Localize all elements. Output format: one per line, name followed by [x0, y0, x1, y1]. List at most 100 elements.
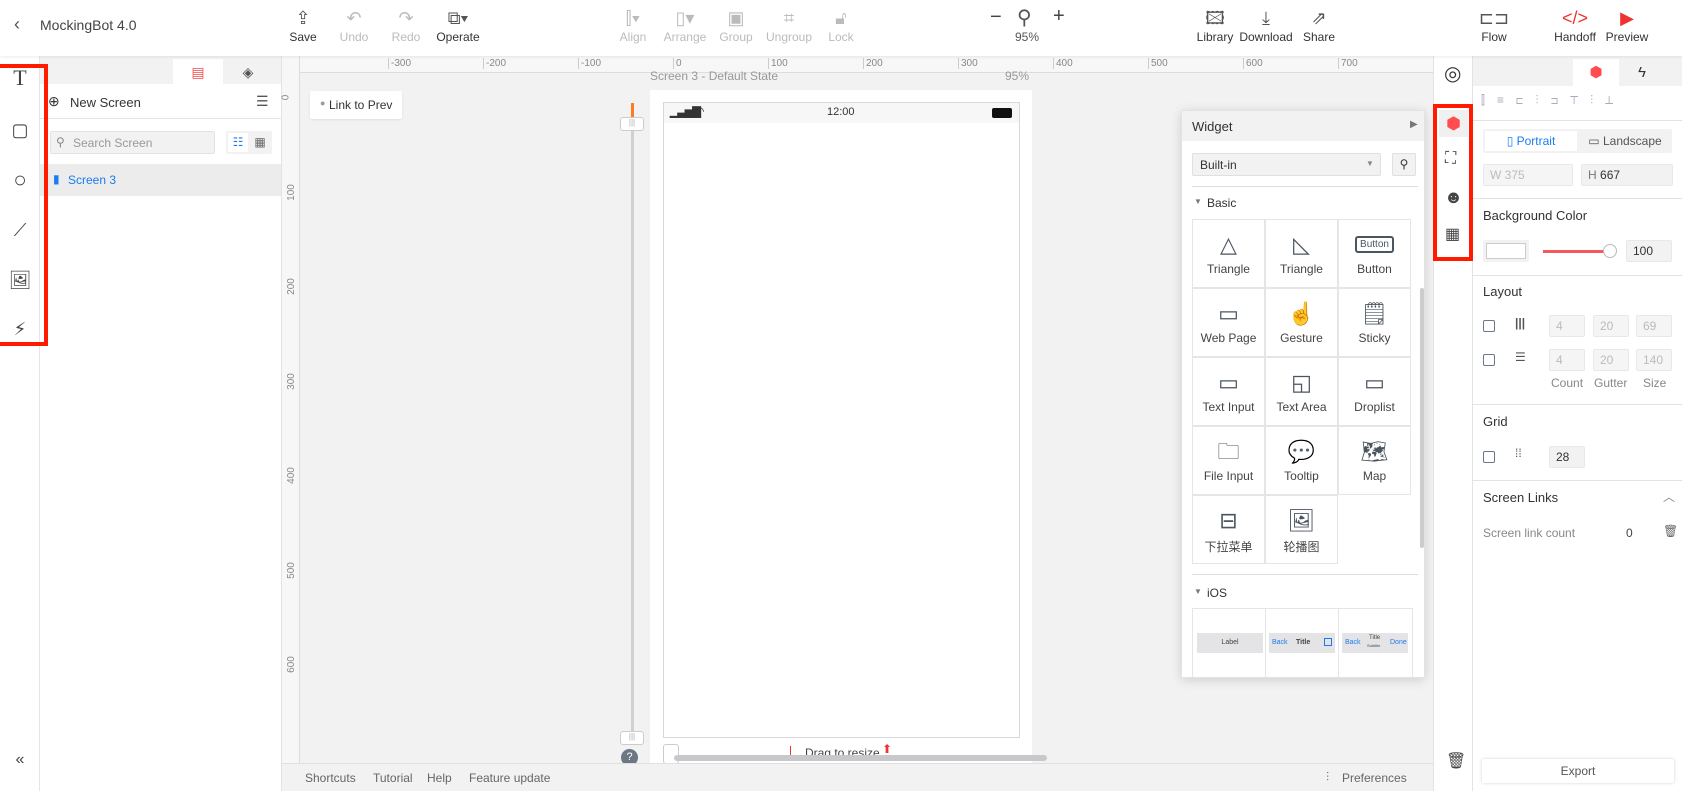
ios-label-widget[interactable]: Label [1193, 609, 1266, 677]
widget-item[interactable]: ▭ Web Page [1192, 288, 1265, 357]
ios-navbar-done-widget[interactable]: Back Title Subtitle Done [1339, 609, 1412, 677]
rows-count[interactable]: 4 [1549, 349, 1585, 371]
widget-item[interactable]: ☝ Gesture [1265, 288, 1338, 357]
widget-item[interactable]: 🗒 Sticky [1338, 288, 1411, 357]
horizontal-scrollbar[interactable] [674, 755, 1047, 761]
rows-icon: ☰ [1515, 350, 1526, 364]
arrange-label: Arrange [663, 30, 707, 44]
text-input-icon: ▭ [1218, 370, 1239, 395]
columns-count[interactable]: 4 [1549, 315, 1585, 337]
grid-checkbox[interactable] [1483, 451, 1495, 463]
opacity-slider[interactable] [1543, 250, 1609, 253]
preview-button[interactable]: ▶ Preview [1599, 6, 1655, 44]
widget-item-label: Text Input [1202, 400, 1255, 414]
width-input[interactable]: W 375 [1483, 164, 1573, 186]
zoom-out-button[interactable]: − [990, 6, 1002, 29]
export-button[interactable]: Export [1482, 759, 1674, 783]
shortcuts-link[interactable]: Shortcuts [305, 771, 356, 785]
preferences-icon[interactable]: ⫶ [1326, 770, 1329, 785]
tab-interaction[interactable]: ϟ [1619, 59, 1665, 86]
zoom-in-button[interactable]: + [1053, 5, 1065, 28]
widget-search-button[interactable]: ⚲ [1392, 153, 1416, 176]
sort-icon[interactable]: ☰ [256, 93, 269, 110]
flow-button[interactable]: ⊏⊐ Flow [1466, 6, 1522, 44]
grid-dots-icon: ⁞⁞ [1515, 446, 1522, 460]
widget-item[interactable]: 🖼 轮播图 [1265, 495, 1338, 564]
columns-size[interactable]: 69 [1636, 315, 1672, 337]
h-label: H [1588, 168, 1597, 182]
trash-icon[interactable]: 🗑︎ [1663, 524, 1678, 538]
collapse-icon[interactable]: « [8, 748, 32, 772]
collapse-ios-icon[interactable]: ▼ [1194, 587, 1202, 596]
widget-scrollbar[interactable] [1420, 188, 1424, 668]
ios-navbar-widget[interactable]: Back Title [1266, 609, 1339, 677]
screen-list-item[interactable]: ▮ Screen 3 [40, 164, 281, 196]
share-button[interactable]: ⇗ Share [1291, 6, 1347, 44]
rows-gutter[interactable]: 20 [1593, 349, 1629, 371]
widget-item[interactable]: ◺ Triangle [1265, 219, 1338, 288]
divider [1473, 120, 1682, 121]
columns-gutter[interactable]: 20 [1593, 315, 1629, 337]
portrait-button[interactable]: ▯ Portrait [1485, 131, 1577, 151]
widget-item[interactable]: ⊟ 下拉菜单 [1192, 495, 1265, 564]
tab-layers[interactable]: ◈ [223, 59, 273, 85]
phone-screen[interactable]: ▁▃▅▇ ◠ 12:00 [663, 102, 1020, 738]
opacity-slider-handle[interactable] [1603, 244, 1617, 258]
landscape-button[interactable]: ▭ Landscape [1579, 131, 1671, 151]
tutorial-link[interactable]: Tutorial [373, 771, 413, 785]
widget-item[interactable]: ▭ Droplist [1338, 357, 1411, 426]
widget-item[interactable]: △ Triangle [1192, 219, 1265, 288]
handoff-button[interactable]: </> Handoff [1547, 6, 1603, 44]
zoom-magnifier-icon[interactable]: ⚲ [1017, 5, 1032, 30]
height-input[interactable]: H 667 [1581, 164, 1673, 186]
collapse-basic-icon[interactable]: ▼ [1194, 197, 1202, 206]
save-button[interactable]: ⇪ Save [275, 6, 331, 44]
tab-screens[interactable]: ▤ [173, 59, 223, 85]
widget-item[interactable]: 🗀 File Input [1192, 426, 1265, 495]
columns-checkbox[interactable] [1483, 320, 1495, 332]
align-button[interactable]: ⫿▾ Align [605, 6, 661, 44]
search-screen-input[interactable]: ⚲ Search Screen [50, 131, 215, 154]
download-button[interactable]: ⤓ Download [1238, 6, 1294, 44]
widget-item[interactable]: ▭ Text Input [1192, 357, 1265, 426]
widget-source-select[interactable]: Built-in ▼ [1192, 153, 1381, 176]
chevron-up-icon[interactable]: ︿ [1663, 488, 1675, 505]
ungroup-button[interactable]: ⌗ Ungroup [761, 6, 817, 44]
widget-item[interactable]: ◱ Text Area [1265, 357, 1338, 426]
preferences-link[interactable]: Preferences [1342, 771, 1407, 785]
link-to-prev-button[interactable]: ● Link to Prev [310, 91, 402, 119]
tab-design[interactable]: ⬢ [1573, 59, 1619, 86]
library-button[interactable]: 🖾 Library [1187, 6, 1243, 44]
add-circle-icon[interactable]: ⊕ [48, 93, 60, 110]
operate-button[interactable]: ⧉▾ Operate [430, 6, 486, 44]
help-link[interactable]: Help [427, 771, 452, 785]
opacity-input[interactable]: 100 [1626, 240, 1672, 262]
widget-item[interactable]: 🗺 Map [1338, 426, 1411, 495]
grid-view-icon[interactable]: ▦ [250, 133, 270, 152]
height-slider-handle-bottom[interactable]: ||| [620, 731, 644, 745]
widget-item-label: Web Page [1200, 331, 1257, 345]
ruler-tick-label: 200 [863, 58, 883, 69]
rows-checkbox[interactable] [1483, 354, 1495, 366]
align-tools[interactable]: ⫿≡⊏⫶⊐⊤⫶⊥ [1481, 93, 1681, 109]
trash-icon[interactable]: 🗑︎ [1446, 751, 1466, 771]
lock-button[interactable]: 🔓︎ Lock [813, 6, 869, 44]
group-button[interactable]: ▣ Group [708, 6, 764, 44]
expand-arrow-icon[interactable]: ▶ [1410, 119, 1418, 130]
grid-size-input[interactable]: 28 [1549, 446, 1585, 468]
bg-color-swatch[interactable] [1483, 240, 1529, 262]
undo-button[interactable]: ↶ Undo [326, 6, 382, 44]
widget-item[interactable]: Button Button [1338, 219, 1411, 288]
height-slider-handle-top[interactable]: ||| [620, 117, 644, 131]
feature-update-link[interactable]: Feature update [469, 771, 550, 785]
target-icon[interactable]: ◎ [1444, 61, 1461, 86]
back-icon[interactable]: ‹ [14, 14, 20, 35]
list-view-icon[interactable]: ☷ [228, 133, 248, 152]
zoom-level[interactable]: 95% [1015, 30, 1039, 44]
redo-button[interactable]: ↷ Redo [378, 6, 434, 44]
widget-item[interactable]: 💬 Tooltip [1265, 426, 1338, 495]
new-screen-button[interactable]: New Screen [70, 95, 141, 110]
resize-checkbox[interactable] [663, 744, 679, 764]
rows-size[interactable]: 140 [1636, 349, 1672, 371]
arrange-button[interactable]: ▯▾ Arrange [657, 6, 713, 44]
